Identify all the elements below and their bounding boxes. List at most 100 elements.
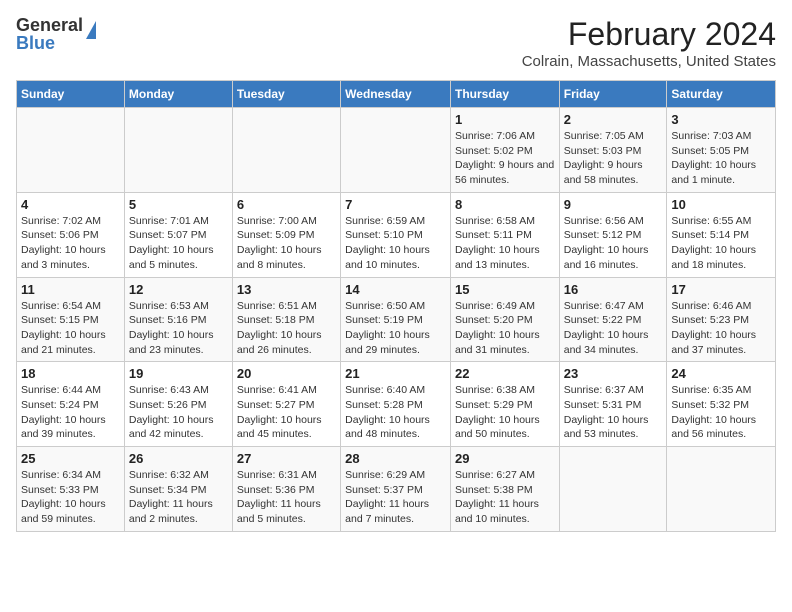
- day-detail: Sunrise: 6:41 AM Sunset: 5:27 PM Dayligh…: [237, 383, 336, 442]
- table-row: 25 Sunrise: 6:34 AM Sunset: 5:33 PM Dayli…: [17, 447, 125, 532]
- table-row: 6 Sunrise: 7:00 AM Sunset: 5:09 PM Daylig…: [232, 192, 340, 277]
- day-number: 8: [455, 197, 555, 212]
- day-detail: Sunrise: 6:49 AM Sunset: 5:20 PM Dayligh…: [455, 299, 555, 358]
- table-row: 16 Sunrise: 6:47 AM Sunset: 5:22 PM Dayli…: [559, 277, 667, 362]
- day-number: 11: [21, 282, 120, 297]
- header-tuesday: Tuesday: [232, 81, 340, 108]
- day-number: 25: [21, 451, 120, 466]
- day-number: 22: [455, 366, 555, 381]
- table-row: [341, 108, 451, 193]
- header-friday: Friday: [559, 81, 667, 108]
- table-row: 11 Sunrise: 6:54 AM Sunset: 5:15 PM Dayli…: [17, 277, 125, 362]
- header-saturday: Saturday: [667, 81, 776, 108]
- day-detail: Sunrise: 7:06 AM Sunset: 5:02 PM Dayligh…: [455, 129, 555, 188]
- day-number: 15: [455, 282, 555, 297]
- table-row: 4 Sunrise: 7:02 AM Sunset: 5:06 PM Daylig…: [17, 192, 125, 277]
- day-number: 9: [564, 197, 663, 212]
- table-row: [232, 108, 340, 193]
- logo-blue: Blue: [16, 34, 83, 52]
- day-detail: Sunrise: 6:27 AM Sunset: 5:38 PM Dayligh…: [455, 468, 555, 527]
- day-detail: Sunrise: 6:58 AM Sunset: 5:11 PM Dayligh…: [455, 214, 555, 273]
- calendar-title: February 2024: [522, 16, 776, 53]
- day-number: 24: [671, 366, 771, 381]
- day-detail: Sunrise: 6:34 AM Sunset: 5:33 PM Dayligh…: [21, 468, 120, 527]
- header-monday: Monday: [124, 81, 232, 108]
- table-row: 28 Sunrise: 6:29 AM Sunset: 5:37 PM Dayli…: [341, 447, 451, 532]
- table-row: 26 Sunrise: 6:32 AM Sunset: 5:34 PM Dayli…: [124, 447, 232, 532]
- day-number: 26: [129, 451, 228, 466]
- title-block: February 2024 Colrain, Massachusetts, Un…: [522, 16, 776, 70]
- calendar-header-row: Sunday Monday Tuesday Wednesday Thursday…: [17, 81, 776, 108]
- table-row: 9 Sunrise: 6:56 AM Sunset: 5:12 PM Daylig…: [559, 192, 667, 277]
- header-sunday: Sunday: [17, 81, 125, 108]
- calendar-subtitle: Colrain, Massachusetts, United States: [522, 53, 776, 70]
- day-detail: Sunrise: 6:53 AM Sunset: 5:16 PM Dayligh…: [129, 299, 228, 358]
- day-number: 18: [21, 366, 120, 381]
- calendar-week-row: 11 Sunrise: 6:54 AM Sunset: 5:15 PM Dayli…: [17, 277, 776, 362]
- table-row: [124, 108, 232, 193]
- day-number: 17: [671, 282, 771, 297]
- day-number: 2: [564, 112, 663, 127]
- day-number: 20: [237, 366, 336, 381]
- table-row: 14Sunrise: 6:50 AM Sunset: 5:19 PM Dayli…: [341, 277, 451, 362]
- day-number: 4: [21, 197, 120, 212]
- table-row: 7 Sunrise: 6:59 AM Sunset: 5:10 PM Daylig…: [341, 192, 451, 277]
- day-number: 28: [345, 451, 446, 466]
- calendar-week-row: 18 Sunrise: 6:44 AM Sunset: 5:24 PM Dayli…: [17, 362, 776, 447]
- day-detail: Sunrise: 7:02 AM Sunset: 5:06 PM Dayligh…: [21, 214, 120, 273]
- calendar-week-row: 25 Sunrise: 6:34 AM Sunset: 5:33 PM Dayli…: [17, 447, 776, 532]
- table-row: 15 Sunrise: 6:49 AM Sunset: 5:20 PM Dayli…: [450, 277, 559, 362]
- table-row: 20 Sunrise: 6:41 AM Sunset: 5:27 PM Dayli…: [232, 362, 340, 447]
- day-detail: Sunrise: 6:55 AM Sunset: 5:14 PM Dayligh…: [671, 214, 771, 273]
- calendar-week-row: 4 Sunrise: 7:02 AM Sunset: 5:06 PM Daylig…: [17, 192, 776, 277]
- table-row: 17 Sunrise: 6:46 AM Sunset: 5:23 PM Dayli…: [667, 277, 776, 362]
- table-row: 29Sunrise: 6:27 AM Sunset: 5:38 PM Dayli…: [450, 447, 559, 532]
- day-detail: Sunrise: 6:37 AM Sunset: 5:31 PM Dayligh…: [564, 383, 663, 442]
- logo-icon: [86, 21, 96, 39]
- table-row: 13Sunrise: 6:51 AM Sunset: 5:18 PM Dayli…: [232, 277, 340, 362]
- day-detail: Sunrise: 6:40 AM Sunset: 5:28 PM Dayligh…: [345, 383, 446, 442]
- day-detail: Sunrise: 6:32 AM Sunset: 5:34 PM Dayligh…: [129, 468, 228, 527]
- table-row: 27 Sunrise: 6:31 AM Sunset: 5:36 PM Dayli…: [232, 447, 340, 532]
- table-row: 10 Sunrise: 6:55 AM Sunset: 5:14 PM Dayli…: [667, 192, 776, 277]
- day-detail: Sunrise: 7:00 AM Sunset: 5:09 PM Dayligh…: [237, 214, 336, 273]
- logo-general: General: [16, 16, 83, 34]
- table-row: 12 Sunrise: 6:53 AM Sunset: 5:16 PM Dayli…: [124, 277, 232, 362]
- day-number: 1: [455, 112, 555, 127]
- header-thursday: Thursday: [450, 81, 559, 108]
- day-detail: Sunrise: 6:56 AM Sunset: 5:12 PM Dayligh…: [564, 214, 663, 273]
- calendar-week-row: 1 Sunrise: 7:06 AM Sunset: 5:02 PM Daylig…: [17, 108, 776, 193]
- table-row: 22 Sunrise: 6:38 AM Sunset: 5:29 PM Dayli…: [450, 362, 559, 447]
- day-detail: Sunrise: 7:03 AM Sunset: 5:05 PM Dayligh…: [671, 129, 771, 188]
- table-row: [17, 108, 125, 193]
- table-row: 21Sunrise: 6:40 AM Sunset: 5:28 PM Dayli…: [341, 362, 451, 447]
- day-detail: Sunrise: 6:47 AM Sunset: 5:22 PM Dayligh…: [564, 299, 663, 358]
- day-detail: Sunrise: 6:29 AM Sunset: 5:37 PM Dayligh…: [345, 468, 446, 527]
- day-detail: Sunrise: 6:46 AM Sunset: 5:23 PM Dayligh…: [671, 299, 771, 358]
- table-row: 18 Sunrise: 6:44 AM Sunset: 5:24 PM Dayli…: [17, 362, 125, 447]
- day-detail: Sunrise: 6:44 AM Sunset: 5:24 PM Dayligh…: [21, 383, 120, 442]
- header-wednesday: Wednesday: [341, 81, 451, 108]
- day-number: 27: [237, 451, 336, 466]
- table-row: 2 Sunrise: 7:05 AM Sunset: 5:03 PM Daylig…: [559, 108, 667, 193]
- day-detail: Sunrise: 6:54 AM Sunset: 5:15 PM Dayligh…: [21, 299, 120, 358]
- day-number: 23: [564, 366, 663, 381]
- day-detail: Sunrise: 6:31 AM Sunset: 5:36 PM Dayligh…: [237, 468, 336, 527]
- table-row: [667, 447, 776, 532]
- page-header: General Blue February 2024 Colrain, Mass…: [16, 16, 776, 70]
- day-detail: Sunrise: 7:05 AM Sunset: 5:03 PM Dayligh…: [564, 129, 663, 188]
- day-number: 6: [237, 197, 336, 212]
- day-number: 12: [129, 282, 228, 297]
- day-number: 16: [564, 282, 663, 297]
- logo: General Blue: [16, 16, 96, 52]
- day-number: 10: [671, 197, 771, 212]
- day-detail: Sunrise: 6:38 AM Sunset: 5:29 PM Dayligh…: [455, 383, 555, 442]
- day-detail: Sunrise: 6:43 AM Sunset: 5:26 PM Dayligh…: [129, 383, 228, 442]
- calendar-table: Sunday Monday Tuesday Wednesday Thursday…: [16, 80, 776, 532]
- day-detail: Sunrise: 7:01 AM Sunset: 5:07 PM Dayligh…: [129, 214, 228, 273]
- day-detail: Sunrise: 6:59 AM Sunset: 5:10 PM Dayligh…: [345, 214, 446, 273]
- day-number: 7: [345, 197, 446, 212]
- day-detail: Sunrise: 6:35 AM Sunset: 5:32 PM Dayligh…: [671, 383, 771, 442]
- day-number: 13: [237, 282, 336, 297]
- table-row: 1 Sunrise: 7:06 AM Sunset: 5:02 PM Daylig…: [450, 108, 559, 193]
